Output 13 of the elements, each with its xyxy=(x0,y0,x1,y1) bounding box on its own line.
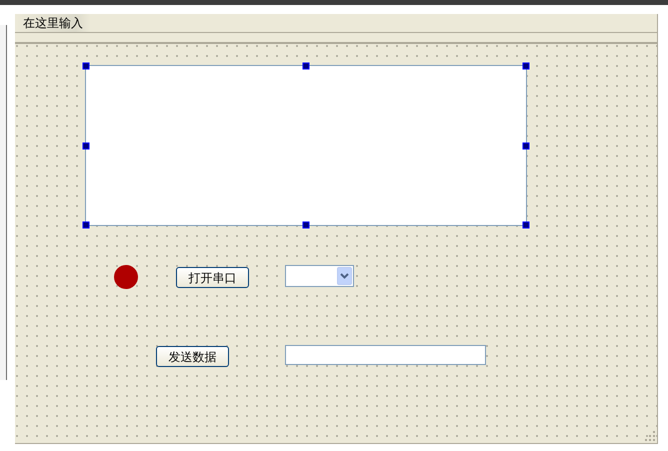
resize-handle[interactable] xyxy=(522,142,530,149)
size-grip-icon[interactable] xyxy=(645,431,655,441)
send-data-button[interactable]: 发送数据 xyxy=(156,346,229,367)
resize-handle[interactable] xyxy=(522,62,530,70)
port-combo-box[interactable] xyxy=(285,265,354,287)
resize-handle[interactable] xyxy=(82,142,90,149)
send-input-field[interactable] xyxy=(285,345,486,365)
resize-handle[interactable] xyxy=(302,62,310,70)
resize-handle[interactable] xyxy=(82,222,90,228)
resize-handle[interactable] xyxy=(522,222,530,228)
resize-handle[interactable] xyxy=(302,222,310,228)
open-port-button[interactable]: 打开串口 xyxy=(176,267,249,288)
resize-handle[interactable] xyxy=(82,62,90,70)
